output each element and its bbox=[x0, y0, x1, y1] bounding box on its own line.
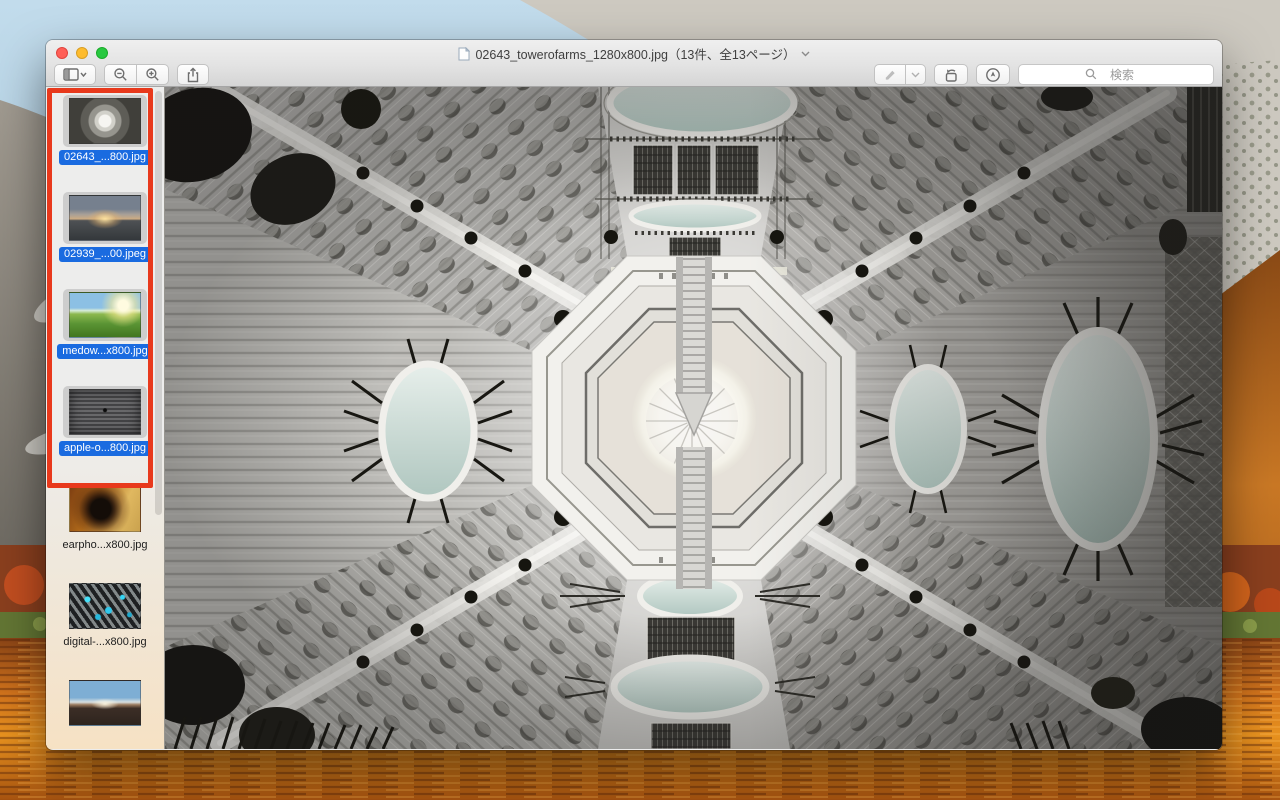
share-icon bbox=[187, 67, 199, 82]
thumbnail-selection-box bbox=[63, 677, 147, 729]
thumbnail-image bbox=[69, 680, 141, 726]
preview-window: 02643_towerofarms_1280x800.jpg（13件、全13ペー… bbox=[46, 40, 1222, 750]
search-input[interactable] bbox=[1019, 65, 1213, 84]
title-dropdown-chevron-icon[interactable] bbox=[801, 51, 810, 57]
sidebar-thumbnail-item[interactable] bbox=[63, 677, 147, 729]
thumbnail-image bbox=[68, 583, 141, 629]
thumbnail-selection-box bbox=[62, 386, 147, 438]
thumbnail-filename: earpho...x800.jpg bbox=[62, 539, 148, 551]
chevron-down-icon bbox=[911, 72, 920, 77]
rotate-left-button[interactable] bbox=[934, 64, 968, 85]
sidebar-thumbnail-item[interactable]: earpho...x800.jpg bbox=[57, 483, 152, 553]
right-shading bbox=[165, 87, 1222, 749]
sidebar-thumbnail-item[interactable]: apple-o...800.jpg bbox=[59, 386, 151, 456]
thumbnail-image bbox=[68, 389, 141, 435]
window-title: 02643_towerofarms_1280x800.jpg（13件、全13ペー… bbox=[475, 48, 796, 62]
sidebar-scrollbar[interactable] bbox=[155, 91, 162, 515]
markup-pen-icon bbox=[885, 70, 895, 80]
zoom-segmented-control bbox=[104, 64, 169, 85]
sidebar-thumbnail-item[interactable]: medow...x800.jpg bbox=[57, 289, 153, 359]
thumbnail-image bbox=[68, 486, 141, 532]
markup-pen-dropdown-button[interactable] bbox=[906, 64, 926, 85]
sidebar-thumbnail-list: 02643_...800.jpg 02939_...00.jpeg medow.… bbox=[46, 87, 164, 750]
zoom-in-button[interactable] bbox=[137, 64, 169, 85]
main-image-area bbox=[165, 87, 1222, 749]
thumbnail-selection-box bbox=[63, 95, 147, 147]
photo-towerofarms bbox=[165, 87, 1222, 749]
window-content: 02643_...800.jpg 02939_...00.jpeg medow.… bbox=[46, 87, 1222, 749]
thumbnail-selection-box bbox=[63, 483, 147, 535]
desktop: 02643_towerofarms_1280x800.jpg（13件、全13ペー… bbox=[0, 0, 1280, 800]
sidebar-view-button[interactable] bbox=[54, 64, 96, 85]
thumbnail-image bbox=[69, 195, 141, 241]
document-proxy-icon[interactable] bbox=[458, 46, 471, 61]
toolbar bbox=[46, 62, 1222, 87]
sidebar-thumbnail-item[interactable]: 02939_...00.jpeg bbox=[59, 192, 151, 262]
sidebar-thumbnail-item[interactable]: digital-...x800.jpg bbox=[58, 580, 151, 650]
thumbnail-filename: apple-o...800.jpg bbox=[59, 441, 151, 456]
markup-toolbar-icon bbox=[986, 67, 1000, 82]
share-button[interactable] bbox=[177, 64, 209, 85]
markup-pen-segmented bbox=[874, 64, 926, 85]
zoom-out-button[interactable] bbox=[104, 64, 137, 85]
thumbnail-filename: 02643_...800.jpg bbox=[59, 150, 151, 165]
markup-pen-button[interactable] bbox=[874, 64, 906, 85]
zoom-out-icon bbox=[114, 68, 127, 81]
thumbnail-filename: medow...x800.jpg bbox=[57, 344, 153, 359]
titlebar[interactable]: 02643_towerofarms_1280x800.jpg（13件、全13ペー… bbox=[46, 40, 1222, 62]
window-chrome: 02643_towerofarms_1280x800.jpg（13件、全13ペー… bbox=[46, 40, 1222, 87]
markup-toolbar-button[interactable] bbox=[976, 64, 1010, 85]
thumbnail-filename: 02939_...00.jpeg bbox=[59, 247, 151, 262]
thumbnail-selection-box bbox=[63, 192, 147, 244]
thumbnail-image bbox=[69, 98, 141, 144]
thumbnail-selection-box bbox=[63, 289, 147, 341]
sidebar-thumbnails: 02643_...800.jpg 02939_...00.jpeg medow.… bbox=[46, 87, 165, 749]
sidebar-view-icon bbox=[63, 68, 87, 81]
sidebar-thumbnail-item[interactable]: 02643_...800.jpg bbox=[59, 95, 151, 165]
thumbnail-selection-box bbox=[63, 580, 147, 632]
thumbnail-filename: digital-...x800.jpg bbox=[63, 636, 147, 648]
thumbnail-image bbox=[69, 292, 141, 338]
rotate-left-icon bbox=[945, 68, 957, 82]
search-field[interactable] bbox=[1018, 64, 1214, 85]
zoom-in-icon bbox=[146, 68, 159, 81]
title-group: 02643_towerofarms_1280x800.jpg（13件、全13ペー… bbox=[46, 44, 1222, 63]
toolbar-right-group bbox=[874, 64, 1214, 85]
